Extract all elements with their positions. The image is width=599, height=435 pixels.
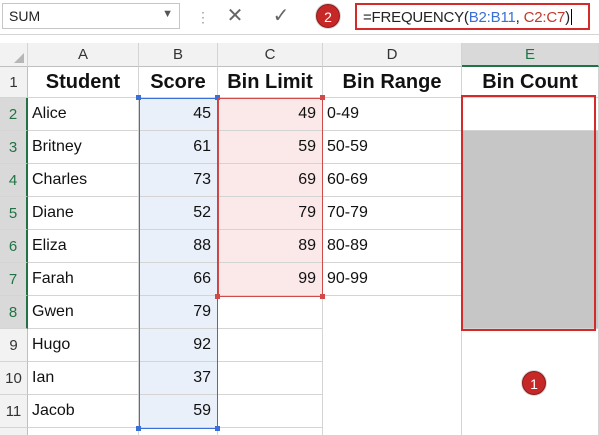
student-name: Gwen (32, 303, 74, 320)
cell-c11[interactable] (218, 395, 323, 428)
header-student: Student (45, 71, 121, 93)
cell-d7[interactable]: 90-99 (323, 263, 462, 296)
bin-range-value: 70-79 (327, 204, 368, 221)
cell-a9[interactable]: Hugo (28, 329, 139, 362)
row-header-6[interactable]: 6 (0, 230, 28, 263)
student-name: Charles (32, 171, 88, 188)
cell-a5[interactable]: Diane (28, 197, 139, 230)
row-header-10[interactable]: 10 (0, 362, 28, 395)
range-handle[interactable] (320, 294, 325, 299)
row-header-5[interactable]: 5 (0, 197, 28, 230)
cell-e1[interactable]: Bin Count (462, 67, 599, 98)
formula-arg-range-c: C2:C7 (523, 9, 566, 26)
cell-a6[interactable]: Eliza (28, 230, 139, 263)
cell-d5[interactable]: 70-79 (323, 197, 462, 230)
header-bin-range: Bin Range (342, 71, 442, 93)
selected-output-range-e2-e8[interactable] (461, 95, 596, 331)
cell-a11[interactable]: Jacob (28, 395, 139, 428)
cell-a2[interactable]: Alice (28, 98, 139, 131)
row-header-8[interactable]: 8 (0, 296, 28, 329)
bin-range-value: 0-49 (327, 105, 360, 122)
formula-prefix: =FREQUENCY( (363, 9, 469, 26)
formula-text: =FREQUENCY(B2:B11, C2:C7) (363, 9, 572, 26)
header-bin-limit: Bin Limit (227, 71, 313, 93)
range-handle[interactable] (136, 426, 141, 431)
row-header-9[interactable]: 9 (0, 329, 28, 362)
cell-a3[interactable]: Britney (28, 131, 139, 164)
row-header-11[interactable]: 11 (0, 395, 28, 428)
column-header-b[interactable]: B (139, 43, 218, 67)
text-cursor (570, 9, 572, 25)
cell-c12[interactable] (218, 428, 323, 435)
range-highlight-b2-b11 (139, 98, 218, 429)
drag-handle-icon[interactable]: ⋮ (196, 6, 210, 28)
formula-input[interactable]: =FREQUENCY(B2:B11, C2:C7) (355, 3, 590, 30)
column-header-e[interactable]: E (462, 43, 599, 67)
student-name: Alice (32, 105, 67, 122)
cell-d4[interactable]: 60-69 (323, 164, 462, 197)
column-header-d[interactable]: D (323, 43, 462, 67)
select-all-corner[interactable] (0, 43, 28, 67)
formula-suffix: ) (565, 9, 570, 26)
row-header-1[interactable]: 1 (0, 67, 28, 98)
column-header-c[interactable]: C (218, 43, 323, 67)
cell-c8[interactable] (218, 296, 323, 329)
cell-d9-d11-area[interactable] (323, 329, 462, 435)
row-header-4[interactable]: 4 (0, 164, 28, 197)
bin-range-value: 60-69 (327, 171, 368, 188)
cell-c9[interactable] (218, 329, 323, 362)
name-box-value: SUM (9, 8, 41, 24)
cell-c10[interactable] (218, 362, 323, 395)
range-handle[interactable] (215, 294, 220, 299)
name-box[interactable]: SUM ▼ (2, 3, 180, 29)
row-header-7[interactable]: 7 (0, 263, 28, 296)
cell-a10[interactable]: Ian (28, 362, 139, 395)
cell-a1[interactable]: Student (28, 67, 139, 98)
cell-b12[interactable] (139, 428, 218, 435)
range-handle[interactable] (215, 426, 220, 431)
bin-range-value: 90-99 (327, 270, 368, 287)
cell-d6[interactable]: 80-89 (323, 230, 462, 263)
cell-d3[interactable]: 50-59 (323, 131, 462, 164)
row-header-2[interactable]: 2 (0, 98, 28, 131)
range-handle[interactable] (136, 95, 141, 100)
range-highlight-c2-c7 (218, 98, 323, 297)
formula-separator: , (515, 9, 524, 26)
cell-a8[interactable]: Gwen (28, 296, 139, 329)
header-bin-count: Bin Count (482, 71, 578, 93)
step-badge-2: 2 (316, 4, 340, 28)
cell-d2[interactable]: 0-49 (323, 98, 462, 131)
student-name: Hugo (32, 336, 71, 353)
step-badge-1: 1 (522, 371, 546, 395)
student-name: Britney (32, 138, 82, 155)
cell-b1[interactable]: Score (139, 67, 218, 98)
cell-a12[interactable] (28, 428, 139, 435)
student-name: Farah (32, 270, 74, 287)
bin-range-value: 80-89 (327, 237, 368, 254)
cell-a4[interactable]: Charles (28, 164, 139, 197)
cell-a7[interactable]: Farah (28, 263, 139, 296)
chevron-down-icon[interactable]: ▼ (162, 8, 173, 20)
student-name: Jacob (32, 402, 75, 419)
cell-d1[interactable]: Bin Range (323, 67, 462, 98)
cell-c1[interactable]: Bin Limit (218, 67, 323, 98)
bin-range-value: 50-59 (327, 138, 368, 155)
column-header-a[interactable]: A (28, 43, 139, 67)
range-handle[interactable] (320, 95, 325, 100)
cancel-icon[interactable]: ✕ (218, 3, 252, 29)
cell-d8[interactable] (323, 296, 462, 329)
student-name: Eliza (32, 237, 67, 254)
formula-arg-range-b: B2:B11 (468, 9, 516, 26)
row-header-12-partial[interactable] (0, 428, 28, 435)
enter-check-icon[interactable]: ✓ (264, 3, 298, 29)
student-name: Diane (32, 204, 74, 221)
row-header-3[interactable]: 3 (0, 131, 28, 164)
header-score: Score (150, 71, 206, 93)
student-name: Ian (32, 369, 55, 386)
